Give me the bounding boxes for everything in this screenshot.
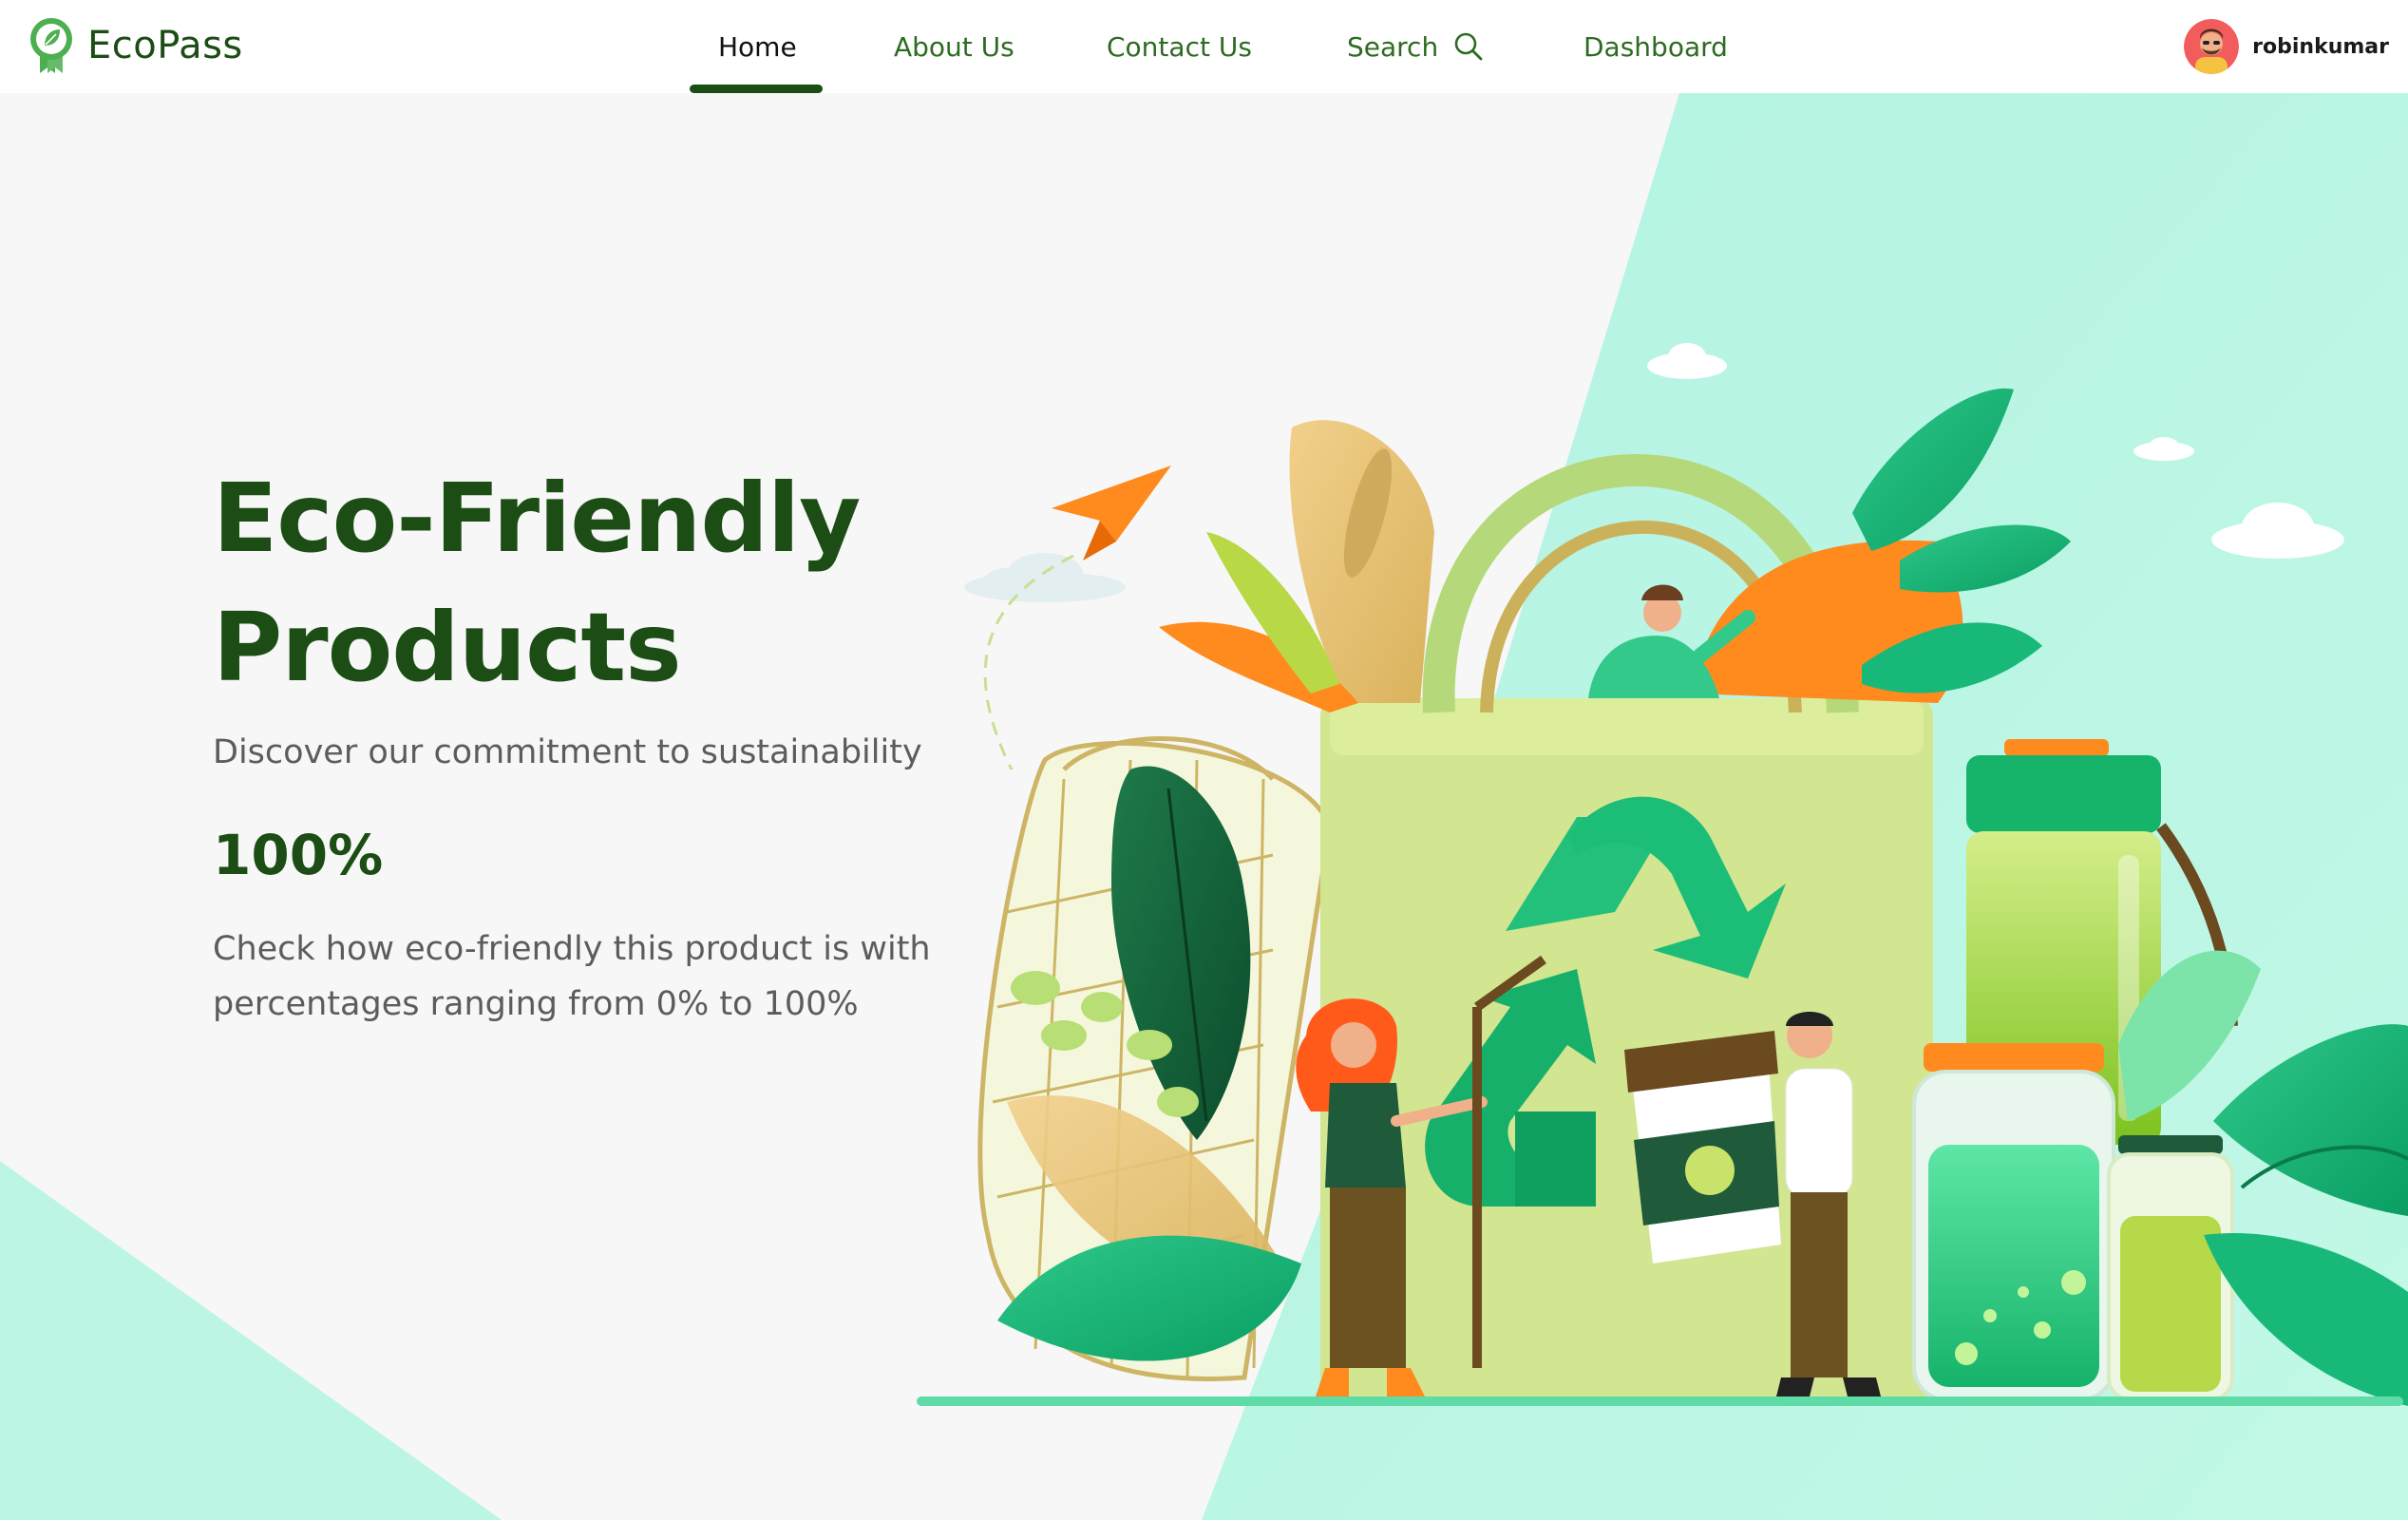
nav-dashboard[interactable]: Dashboard	[1583, 0, 1728, 93]
search-icon	[1454, 32, 1483, 61]
hero-title-line1: Eco-Friendly	[213, 463, 861, 574]
username: robinkumar	[2252, 34, 2389, 59]
top-navbar: EcoPass Home About Us Contact Us Search …	[0, 0, 2408, 93]
hero-description: Check how eco-friendly this product is w…	[213, 922, 992, 1032]
eco-score-stat: 100%	[213, 823, 384, 887]
nav-home[interactable]: Home	[718, 0, 797, 93]
nav-search[interactable]: Search	[1347, 0, 1484, 93]
hero-description-line1: Check how eco-friendly this product is w…	[213, 930, 931, 968]
hero-description-line2: percentages ranging from 0% to 100%	[213, 985, 859, 1023]
nav-contact-us-label: Contact Us	[1107, 30, 1252, 63]
nav-dashboard-label: Dashboard	[1583, 30, 1728, 63]
active-tab-indicator	[690, 85, 823, 93]
paper-plane-icon	[1052, 466, 1171, 542]
hero-section: Eco-Friendly Products Discover our commi…	[213, 454, 992, 1032]
hero-title: Eco-Friendly Products	[213, 454, 992, 712]
hero-subtitle: Discover our commitment to sustainabilit…	[213, 733, 922, 771]
nav-search-label: Search	[1347, 30, 1439, 63]
nav-about-us-label: About Us	[894, 30, 1014, 63]
user-avatar[interactable]	[2184, 19, 2240, 74]
eco-shopping-illustration	[917, 343, 2408, 1406]
nav-contact-us[interactable]: Contact Us	[1107, 0, 1252, 93]
user-menu[interactable]: robinkumar	[2184, 17, 2389, 76]
nav-home-label: Home	[718, 30, 797, 63]
hero-title-line2: Products	[213, 592, 682, 703]
brand-name: EcoPass	[87, 24, 243, 67]
brand[interactable]: EcoPass	[27, 15, 243, 76]
nav-about-us[interactable]: About Us	[894, 0, 1014, 93]
leaf-badge-logo-icon	[30, 18, 72, 73]
